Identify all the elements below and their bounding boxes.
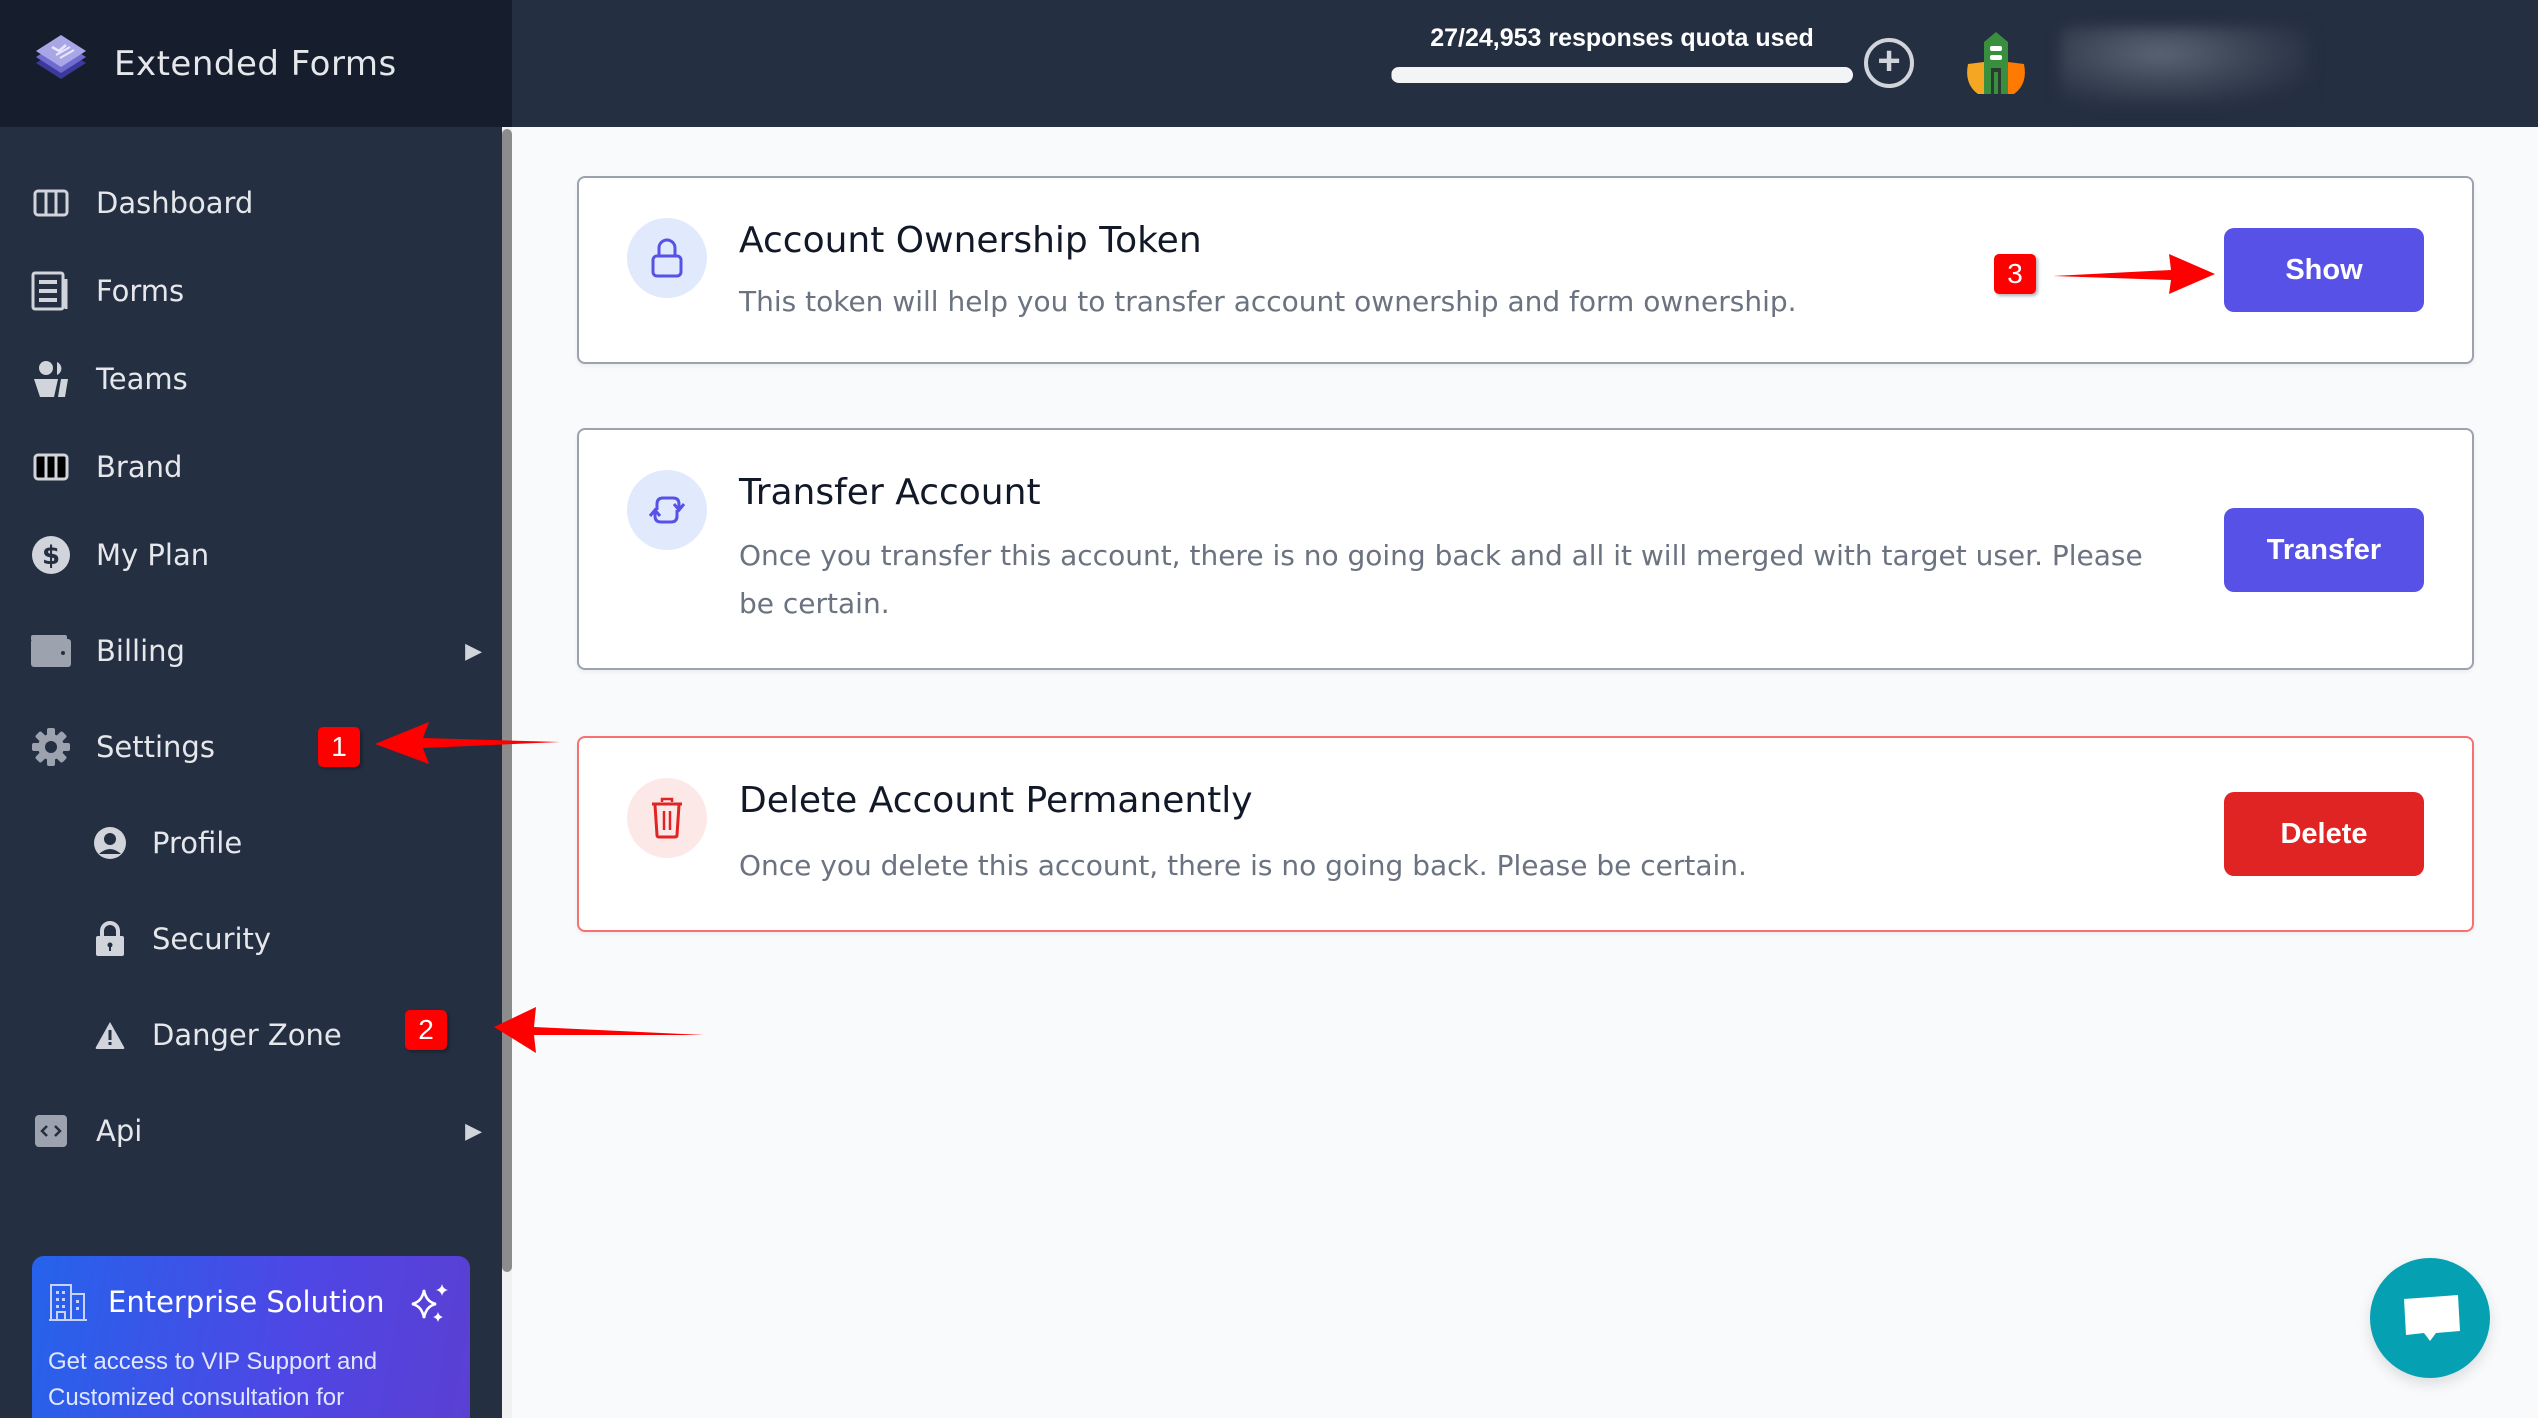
quota-text: 27/24,953 responses quota used: [1430, 24, 1814, 52]
svg-text:$: $: [42, 541, 60, 571]
sidebar-item-label: Api: [96, 1114, 143, 1148]
columns-icon: [30, 182, 72, 224]
chevron-right-icon: ▶: [465, 1118, 482, 1143]
sidebar-item-label: Teams: [96, 362, 188, 396]
show-token-button[interactable]: Show: [2224, 228, 2424, 312]
sidebar-item-label: Forms: [96, 274, 185, 308]
sidebar-item-teams[interactable]: Teams: [30, 349, 482, 409]
chat-widget-button[interactable]: [2370, 1258, 2490, 1378]
dollar-circle-icon: $: [30, 534, 72, 576]
chat-bubble-icon: [2404, 1295, 2460, 1341]
annotation-badge-1: 1: [318, 727, 360, 767]
columns-icon: [30, 446, 72, 488]
delete-account-button[interactable]: Delete: [2224, 792, 2424, 876]
chevron-right-icon: ▶: [465, 638, 482, 663]
sidebar-item-label: Security: [152, 922, 272, 956]
brand-bar: Extended Forms: [0, 0, 512, 127]
quota-widget: 27/24,953 responses quota used: [1387, 24, 1857, 83]
sidebar-item-label: Brand: [96, 450, 183, 484]
card-description: This token will help you to transfer acc…: [739, 285, 1797, 318]
annotation-arrow-3: [2053, 254, 2215, 294]
top-bar: 27/24,953 responses quota used +: [512, 0, 2538, 127]
sidebar-item-billing[interactable]: Billing ▶: [30, 621, 482, 681]
users-icon: [30, 358, 72, 400]
enterprise-promo-card[interactable]: Enterprise Solution Get access to VIP Su…: [32, 1256, 470, 1418]
sidebar-item-label: Danger Zone: [152, 1018, 342, 1052]
refresh-icon: [627, 470, 707, 550]
sidebar-scrollbar-thumb[interactable]: [502, 129, 512, 1272]
sidebar-item-my-plan[interactable]: $ My Plan: [30, 525, 482, 585]
enterprise-description: Get access to VIP Support and Customized…: [48, 1348, 378, 1411]
sidebar-item-label: Dashboard: [96, 186, 254, 220]
sidebar: Dashboard Forms Teams Brand $ My Plan Bi…: [0, 127, 502, 1418]
sidebar-item-label: Billing: [96, 634, 185, 668]
transfer-button[interactable]: Transfer: [2224, 508, 2424, 592]
sidebar-item-security[interactable]: Security: [92, 909, 482, 969]
sidebar-item-forms[interactable]: Forms: [30, 261, 482, 321]
annotation-arrow-2: [494, 1007, 704, 1053]
card-title: Delete Account Permanently: [739, 780, 1253, 821]
sidebar-item-label: My Plan: [96, 538, 210, 572]
warning-icon: [92, 1017, 128, 1053]
lock-icon: [627, 218, 707, 298]
enterprise-title: Enterprise Solution: [108, 1285, 385, 1319]
transfer-account-card: Transfer Account Once you transfer this …: [577, 428, 2474, 670]
card-description: Once you delete this account, there is n…: [739, 849, 1747, 882]
sidebar-item-api[interactable]: Api ▶: [30, 1101, 482, 1161]
card-title: Account Ownership Token: [739, 220, 1202, 261]
lock-icon: [92, 921, 128, 957]
app-name: Extended Forms: [114, 43, 397, 84]
sidebar-item-brand[interactable]: Brand: [30, 437, 482, 497]
annotation-badge-3: 3: [1994, 254, 2036, 294]
delete-account-card: Delete Account Permanently Once you dele…: [577, 736, 2474, 932]
sparkles-icon: [411, 1284, 448, 1322]
user-circle-icon: [92, 825, 128, 861]
annotation-arrow-1: [375, 722, 560, 764]
code-icon: [30, 1110, 72, 1152]
gear-icon: [30, 726, 72, 768]
annotation-badge-2: 2: [405, 1010, 447, 1050]
quota-progress-bar: [1391, 67, 1853, 83]
app-logo-icon: [36, 34, 86, 79]
plus-circle-icon: +: [1877, 39, 1901, 83]
sidebar-item-label: Settings: [96, 730, 215, 764]
sidebar-item-label: Profile: [152, 826, 243, 860]
card-title: Transfer Account: [739, 472, 1041, 513]
sidebar-item-dashboard[interactable]: Dashboard: [30, 173, 482, 233]
newspaper-icon: [30, 270, 72, 312]
wallet-icon: [30, 630, 72, 672]
card-description: Once you transfer this account, there is…: [739, 539, 2143, 620]
sidebar-item-profile[interactable]: Profile: [92, 813, 482, 873]
sidebar-scrollbar[interactable]: [502, 127, 512, 1418]
user-name-blurred[interactable]: [2060, 26, 2310, 106]
rocket-avatar-icon[interactable]: [1960, 28, 2032, 98]
building-icon: [49, 1284, 87, 1321]
add-quota-button[interactable]: +: [1864, 38, 1914, 88]
trash-icon: [627, 778, 707, 858]
